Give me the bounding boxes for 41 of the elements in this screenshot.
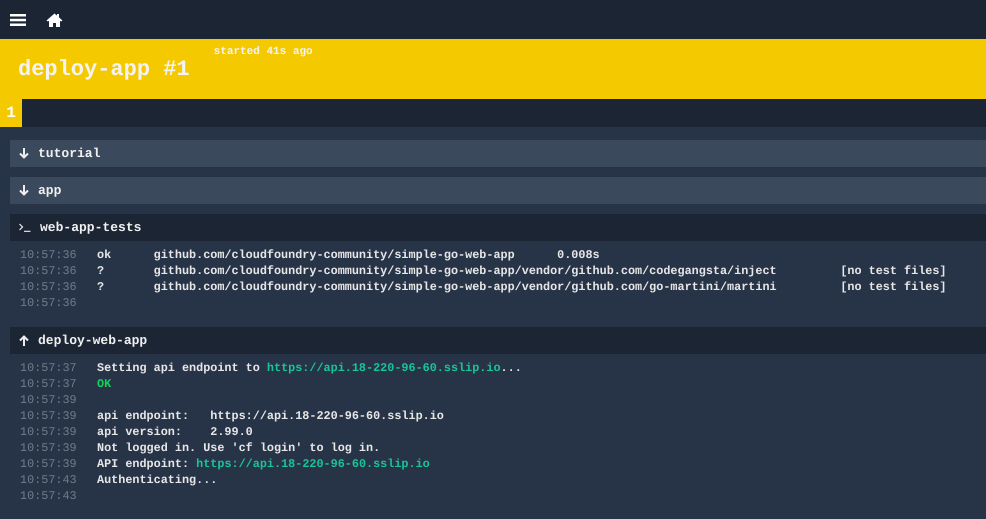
log-timestamp: 10:57:36 <box>20 296 78 310</box>
log-timestamp: 10:57:36 <box>20 264 78 278</box>
log-timestamp: 10:57:36 <box>20 248 78 262</box>
step-header[interactable]: app <box>10 177 986 204</box>
log-text: Setting api endpoint to https://api.18-220-96-60.sslip.io... <box>97 361 522 375</box>
down-arrow-icon <box>19 185 29 196</box>
log-timestamp: 10:57:39 <box>20 457 78 471</box>
down-arrow-icon <box>19 148 29 159</box>
build-status: started 41s ago <box>214 46 313 58</box>
log-timestamp: 10:57:43 <box>20 489 78 503</box>
log-text: API endpoint: https://api.18-220-96-60.sslip.io <box>97 457 430 471</box>
log-text: api version: 2.99.0 <box>97 425 253 439</box>
url-link[interactable]: https://api.18-220-96-60.sslip.io <box>196 457 430 471</box>
build-title: deploy-app #1 <box>18 57 190 82</box>
log-timestamp: 10:57:39 <box>20 409 78 423</box>
step-name: deploy-web-app <box>38 333 148 348</box>
terminal-prompt-icon <box>19 223 31 232</box>
step-header[interactable]: web-app-tests <box>10 214 986 241</box>
log-timestamp: 10:57:36 <box>20 280 78 294</box>
log-timestamp: 10:57:39 <box>20 441 78 455</box>
step-name: tutorial <box>38 146 100 161</box>
up-arrow-icon <box>19 335 29 346</box>
step-header[interactable]: deploy-web-app <box>10 327 986 354</box>
log-text: Authenticating... <box>97 473 218 487</box>
step-name: web-app-tests <box>40 220 142 235</box>
log-text: OK <box>97 377 112 391</box>
menu-icon[interactable] <box>10 12 26 26</box>
log-text: ? github.com/cloudfoundry-community/simple-go-web-app/vendor/github.com/codegangsta/inject [no test files] <box>97 264 947 278</box>
log-timestamp: 10:57:39 <box>20 425 78 439</box>
log-text: api endpoint: https://api.18-220-96-60.sslip.io <box>97 409 444 423</box>
log-timestamp: 10:57:43 <box>20 473 78 487</box>
url-link[interactable]: https://api.18-220-96-60.sslip.io <box>266 361 501 375</box>
log-timestamp: 10:57:37 <box>20 377 78 391</box>
step-header[interactable]: tutorial <box>10 140 986 167</box>
step-name: app <box>38 183 62 198</box>
log-timestamp: 10:57:39 <box>20 393 78 407</box>
log-text: ok github.com/cloudfoundry-community/simple-go-web-app 0.008s <box>97 248 600 262</box>
log-text: ? github.com/cloudfoundry-community/simple-go-web-app/vendor/github.com/go-martini/martini [no test files] <box>97 280 947 294</box>
log-timestamp: 10:57:37 <box>20 361 78 375</box>
log-text: Not logged in. Use 'cf login' to log in. <box>97 441 380 455</box>
home-icon[interactable] <box>46 12 63 26</box>
